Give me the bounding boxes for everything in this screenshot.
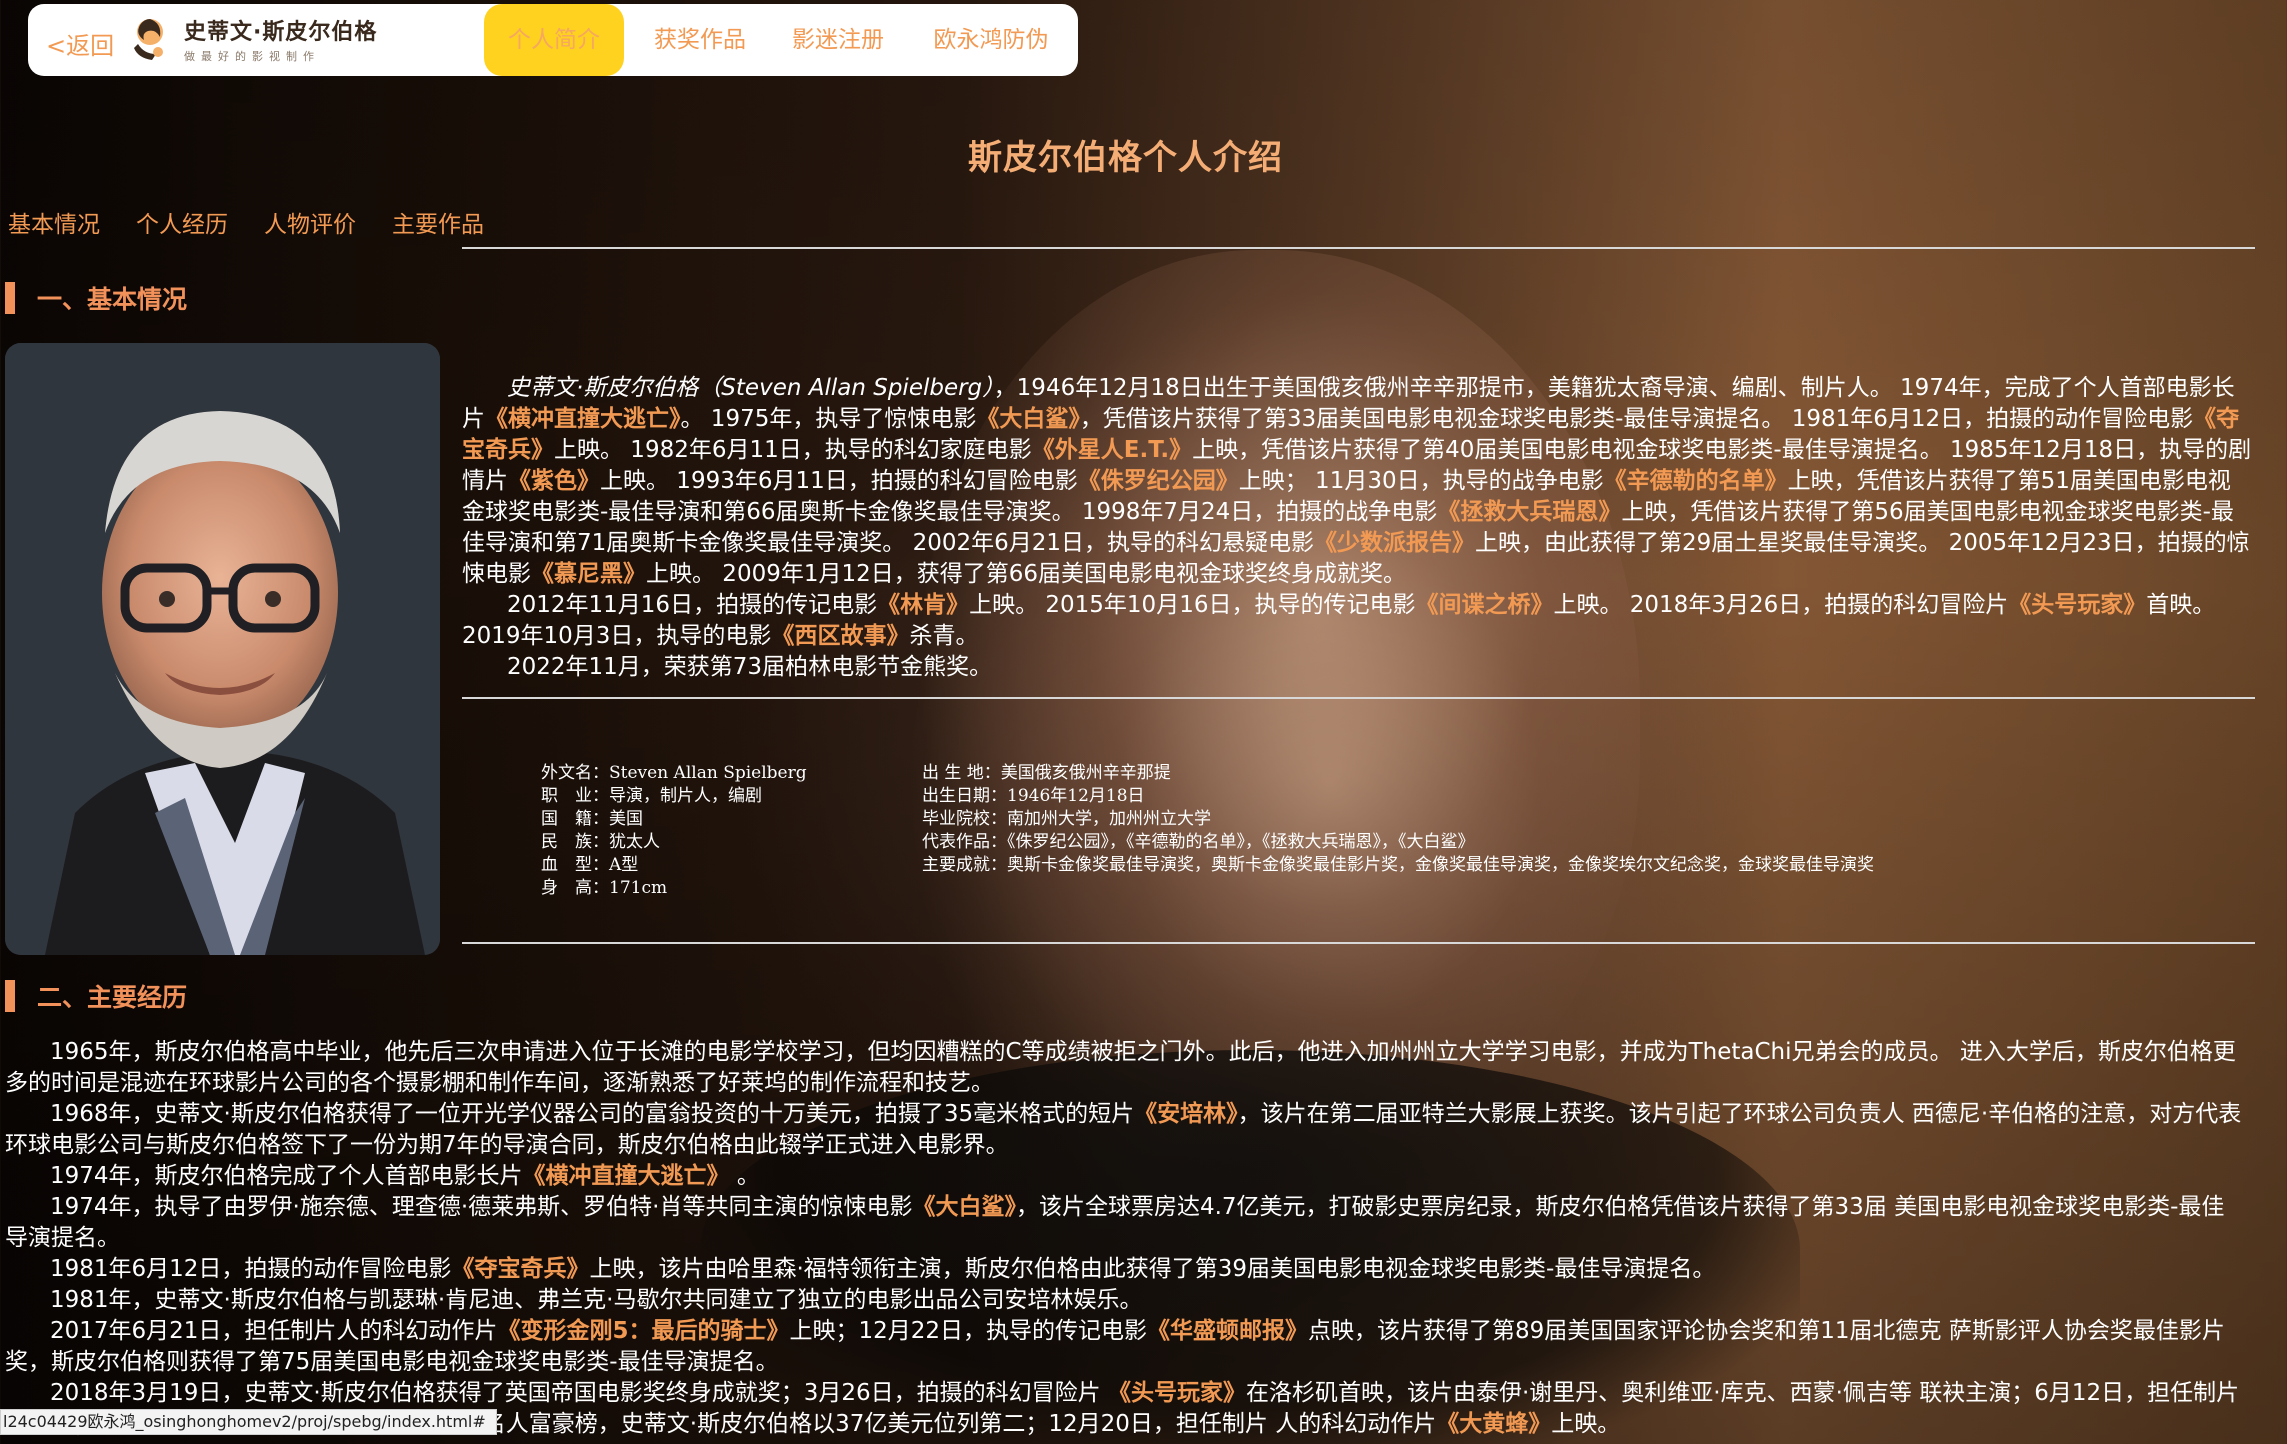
career-paragraph: 1974年，执导了由罗伊·施奈德、理查德·德莱弗斯、罗伯特·肖等共同主演的惊悚电…	[5, 1192, 2245, 1254]
tab-anti-counterfeit[interactable]: 欧永鸿防伪	[916, 4, 1066, 76]
work-title-link[interactable]: 《少数派报告》	[1314, 530, 1475, 556]
text-run: 上映，该片由哈里森·福特领衔主演，斯皮尔伯格由此获得了第39届美国电影电视金球奖…	[589, 1256, 1716, 1282]
work-title-link[interactable]: 《横冲直撞大逃亡》	[485, 406, 681, 432]
section-marker	[5, 282, 15, 314]
text-run: 上映。	[1551, 1411, 1621, 1437]
subnav-basic-info[interactable]: 基本情况	[8, 205, 100, 239]
divider	[462, 247, 2255, 249]
work-title-link[interactable]: 《侏罗纪公园》	[1078, 468, 1239, 494]
text-run: ，凭借该片获得了第33届美国电影电视金球奖电影类-最佳导演提名。 1981年6月…	[1079, 406, 2194, 432]
section-heading-basic: 一、基本情况	[5, 280, 187, 316]
work-title-link[interactable]: 《间谍之桥》	[1415, 592, 1553, 618]
text-run: 1981年，史蒂文·斯皮尔伯格与凯瑟琳·肯尼迪、弗兰克·马歇尔共同建立了独立的电…	[50, 1287, 1143, 1313]
subnav-experience[interactable]: 个人经历	[136, 205, 228, 239]
top-navbar: <返回 史蒂文·斯皮尔伯格 做最好的影视制作 个人简介 获奖作品 影迷注册 欧永…	[28, 4, 1078, 76]
subnav-works[interactable]: 主要作品	[392, 205, 484, 239]
fact-nationality: 国 籍：美国	[541, 809, 643, 829]
intro-text: 史蒂文·斯皮尔伯格（Steven Allan Spielberg），1946年1…	[462, 373, 2252, 683]
section-title: 二、主要经历	[37, 983, 188, 1012]
text-run: 1974年，执导了由罗伊·施奈德、理查德·德莱弗斯、罗伯特·肖等共同主演的惊悚电…	[50, 1194, 913, 1220]
work-title-link[interactable]: 《大白鲨》	[976, 406, 1080, 432]
divider	[462, 697, 2255, 699]
work-title-link[interactable]: 《大黄蜂》	[1436, 1411, 1551, 1437]
fact-works: 代表作品：《侏罗纪公园》，《辛德勒的名单》，《拯救大兵瑞恩》，《大白鲨》	[922, 832, 1475, 852]
text-run: 上映。 2015年10月16日，执导的传记电影	[969, 592, 1416, 618]
work-title-link[interactable]: 《辛德勒的名单》	[1604, 468, 1788, 494]
text-run: 上映。 1982年6月11日，执导的科幻家庭电影	[554, 437, 1032, 463]
text-run: 1968年，史蒂文·斯皮尔伯格获得了一位开光学仪器公司的富翁投资的十万美元，拍摄…	[50, 1101, 1135, 1127]
work-title-link[interactable]: 《林肯》	[877, 592, 969, 618]
divider	[462, 942, 2255, 944]
career-text: 1965年，斯皮尔伯格高中毕业，他先后三次申请进入位于长滩的电影学校学习，但均因…	[5, 1037, 2245, 1440]
text-run: 杀青。	[909, 623, 979, 649]
portrait-illustration	[5, 343, 440, 955]
career-paragraph: 1968年，史蒂文·斯皮尔伯格获得了一位开光学仪器公司的富翁投资的十万美元，拍摄…	[5, 1099, 2245, 1161]
text-run: 。	[729, 1163, 760, 1189]
text-run: 。 1975年，执导了惊悚电影	[680, 406, 977, 432]
page-title: 斯皮尔伯格个人介绍	[968, 138, 1283, 178]
fact-school: 毕业院校：南加州大学，加州州立大学	[922, 809, 1211, 829]
text-run: 2022年11月，荣获第73届柏林电影节金熊奖。	[507, 654, 993, 680]
section-subnav: 基本情况 个人经历 人物评价 主要作品	[8, 205, 484, 239]
career-paragraph: 1981年，史蒂文·斯皮尔伯格与凯瑟琳·肯尼迪、弗兰克·马歇尔共同建立了独立的电…	[5, 1285, 2245, 1316]
career-paragraph: 2017年6月21日，担任制片人的科幻动作片《变形金刚5：最后的骑士》上映；12…	[5, 1316, 2245, 1378]
portrait-photo	[5, 343, 440, 955]
work-title-link[interactable]: 《大白鲨》	[912, 1194, 1016, 1220]
career-paragraph: 1974年，斯皮尔伯格完成了个人首部电影长片《横冲直撞大逃亡》 。	[5, 1161, 2245, 1192]
fact-ethnicity: 民 族：犹太人	[541, 832, 660, 852]
text-run: 上映；12月22日，执导的传记电影	[789, 1318, 1147, 1344]
fact-height: 身 高：171cm	[541, 878, 668, 898]
text-run: 1974年，斯皮尔伯格完成了个人首部电影长片	[50, 1163, 523, 1189]
status-bar-url: l24c04429欧永鸿_osinghonghomev2/proj/spebg/…	[0, 1409, 497, 1435]
logo-subtitle: 做最好的影视制作	[184, 50, 320, 63]
career-paragraph: 1965年，斯皮尔伯格高中毕业，他先后三次申请进入位于长滩的电影学校学习，但均因…	[5, 1037, 2245, 1099]
tab-profile[interactable]: 个人简介	[484, 4, 624, 76]
work-title-link[interactable]: 《紫色》	[508, 468, 600, 494]
facts-left-column: 外文名：Steven Allan Spielberg 职 业：导演，制片人，编剧…	[541, 762, 807, 900]
text-run: 1981年6月12日，拍摄的动作冒险电影	[50, 1256, 452, 1282]
work-title-link[interactable]: 《夺宝奇兵》	[451, 1256, 589, 1282]
work-title-link[interactable]: 《变形金刚5：最后的骑士》	[497, 1318, 789, 1344]
subnav-evaluation[interactable]: 人物评价	[264, 205, 356, 239]
text-run: 2017年6月21日，担任制片人的科幻动作片	[50, 1318, 498, 1344]
fact-birthplace: 出 生 地：美国俄亥俄州辛辛那提	[922, 763, 1171, 783]
text-run: 上映； 11月30日，执导的战争电影	[1238, 468, 1604, 494]
text-run: 上映。 1993年6月11日，拍摄的科幻冒险电影	[600, 468, 1078, 494]
work-title-link[interactable]: 《外星人E.T.》	[1032, 437, 1192, 463]
fact-occupation: 职 业：导演，制片人，编剧	[541, 786, 762, 806]
work-title-link[interactable]: 《头号玩家》	[1108, 1380, 1246, 1406]
back-link[interactable]: <返回	[46, 26, 114, 61]
text-run: 2018年3月19日，史蒂文·斯皮尔伯格获得了英国帝国电影奖终身成就奖；3月26…	[50, 1380, 1108, 1406]
logo-title: 史蒂文·斯皮尔伯格	[184, 20, 378, 45]
work-title-link[interactable]: 《慕尼黑》	[531, 561, 646, 587]
text-run: 2012年11月16日，拍摄的传记电影	[507, 592, 878, 618]
work-title-link[interactable]: 《头号玩家》	[2008, 592, 2146, 618]
work-title-link[interactable]: 《华盛顿邮报》	[1147, 1318, 1308, 1344]
fact-foreign-name: 外文名：Steven Allan Spielberg	[541, 763, 807, 783]
fact-birthdate: 出生日期：1946年12月18日	[922, 786, 1145, 806]
intro-paragraph: 2012年11月16日，拍摄的传记电影《林肯》上映。 2015年10月16日，执…	[462, 590, 2252, 652]
career-paragraph: 1981年6月12日，拍摄的动作冒险电影《夺宝奇兵》上映，该片由哈里森·福特领衔…	[5, 1254, 2245, 1285]
section-title: 一、基本情况	[37, 285, 188, 314]
tab-fan-register[interactable]: 影迷注册	[774, 4, 902, 76]
director-logo-icon	[134, 19, 163, 60]
work-title-link[interactable]: 《横冲直撞大逃亡》	[523, 1163, 730, 1189]
text-run: 上映。 2018年3月26日，拍摄的科幻冒险片	[1553, 592, 2009, 618]
person-name: 史蒂文·斯皮尔伯格（Steven Allan Spielberg）	[507, 375, 994, 401]
intro-paragraph: 史蒂文·斯皮尔伯格（Steven Allan Spielberg），1946年1…	[462, 373, 2252, 590]
site-logo[interactable]: 史蒂文·斯皮尔伯格 做最好的影视制作	[128, 14, 377, 64]
intro-paragraph: 2022年11月，荣获第73届柏林电影节金熊奖。	[462, 652, 2252, 683]
text-run: 上映。 2009年1月12日，获得了第66届美国电影电视金球奖终身成就奖。	[646, 561, 1407, 587]
tab-awards[interactable]: 获奖作品	[632, 4, 768, 76]
section-marker	[5, 980, 15, 1012]
work-title-link[interactable]: 《拯救大兵瑞恩》	[1437, 499, 1621, 525]
fact-blood-type: 血 型：A型	[541, 855, 639, 875]
section-heading-career: 二、主要经历	[5, 978, 187, 1014]
text-run: 1965年，斯皮尔伯格高中毕业，他先后三次申请进入位于长滩的电影学校学习，但均因…	[5, 1039, 2236, 1096]
facts-right-column: 出 生 地：美国俄亥俄州辛辛那提 出生日期：1946年12月18日 毕业院校：南…	[922, 762, 1874, 877]
work-title-link[interactable]: 《西区故事》	[771, 623, 909, 649]
fact-achievements: 主要成就：奥斯卡金像奖最佳导演奖，奥斯卡金像奖最佳影片奖，金像奖最佳导演奖，金像…	[922, 855, 1874, 875]
work-title-link[interactable]: 《安培林》	[1134, 1101, 1238, 1127]
